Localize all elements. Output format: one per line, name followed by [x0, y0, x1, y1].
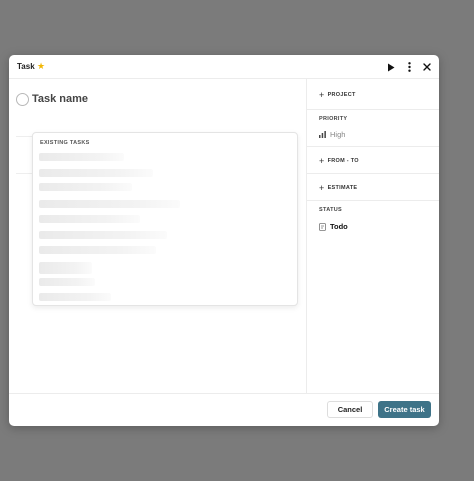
estimate-section: + ESTIMATE: [307, 174, 439, 201]
status-section: STATUS Todo: [307, 201, 439, 237]
from-to-label: FROM - TO: [327, 158, 359, 164]
existing-tasks-label: EXISTING TASKS: [40, 140, 90, 146]
plus-icon: +: [319, 183, 325, 193]
add-estimate-button[interactable]: + ESTIMATE: [319, 183, 358, 193]
skeleton-row: [39, 262, 92, 274]
from-to-section: + FROM - TO: [307, 147, 439, 174]
priority-value: High: [330, 130, 346, 139]
create-task-button[interactable]: Create task: [378, 401, 431, 418]
add-project-button[interactable]: + PROJECT: [319, 90, 356, 100]
task-name-row: Task name: [16, 92, 88, 106]
priority-label: PRIORITY: [319, 116, 348, 122]
modal-footer: Cancel Create task: [9, 393, 439, 426]
play-icon[interactable]: [385, 61, 397, 73]
plus-icon: +: [319, 156, 325, 166]
priority-section: PRIORITY High: [307, 110, 439, 147]
skeleton-row: [39, 246, 156, 254]
status-label: STATUS: [319, 207, 342, 213]
more-vertical-icon[interactable]: [403, 61, 415, 73]
task-modal: Task ★ Task name EXISTING TASKS + PROJEC…: [9, 55, 439, 426]
task-complete-circle-icon[interactable]: [16, 92, 29, 106]
bar-chart-icon: [319, 131, 326, 138]
existing-tasks-dropdown: EXISTING TASKS: [32, 132, 298, 306]
task-name-input[interactable]: Task name: [32, 93, 88, 105]
project-label: PROJECT: [327, 92, 356, 98]
divider: [16, 173, 32, 174]
skeleton-row: [39, 215, 140, 223]
divider: [16, 136, 32, 137]
star-icon[interactable]: ★: [37, 61, 45, 71]
skeleton-row: [39, 293, 111, 301]
todo-status-icon: [319, 222, 326, 231]
skeleton-row: [39, 183, 132, 191]
modal-header: Task ★: [9, 55, 439, 79]
project-section: + PROJECT: [307, 79, 439, 110]
status-value: Todo: [330, 222, 348, 231]
modal-title: Task: [17, 62, 35, 71]
skeleton-row: [39, 278, 95, 286]
skeleton-row: [39, 153, 124, 161]
cancel-button[interactable]: Cancel: [327, 401, 373, 418]
add-from-to-button[interactable]: + FROM - TO: [319, 156, 359, 166]
skeleton-row: [39, 200, 180, 208]
estimate-label: ESTIMATE: [327, 185, 358, 191]
skeleton-row: [39, 231, 167, 239]
plus-icon: +: [319, 90, 325, 100]
skeleton-row: [39, 169, 153, 177]
task-main-panel: Task name EXISTING TASKS: [9, 79, 306, 393]
close-icon[interactable]: [421, 61, 433, 73]
status-selector[interactable]: Todo: [319, 222, 348, 231]
task-properties-sidebar: + PROJECT PRIORITY High + FROM - TO + ES…: [306, 79, 439, 393]
priority-selector[interactable]: High: [319, 130, 345, 139]
